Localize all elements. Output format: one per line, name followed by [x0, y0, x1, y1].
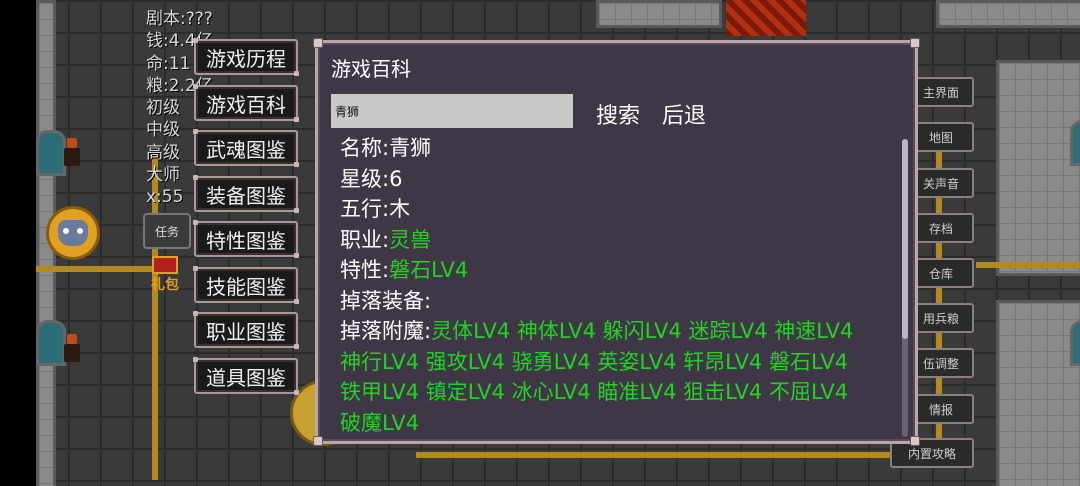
entry-detail: 名称:青狮 星级:6 五行:木 职业:灵兽 特性:磐石LV4 掉落装备: 掉落附… — [340, 133, 874, 438]
door-icon — [1070, 120, 1080, 166]
class-value: 灵兽 — [389, 227, 432, 252]
element-row: 五行:木 — [340, 194, 874, 225]
wall-block — [596, 0, 722, 28]
class-label: 职业: — [340, 227, 390, 252]
element-value: 木 — [389, 197, 411, 221]
back-button[interactable]: 后退 — [662, 98, 706, 130]
task-button[interactable]: 任务 — [143, 213, 191, 249]
drop-equipment-label: 掉落装备: — [340, 288, 432, 313]
gift-label: 礼包 — [151, 277, 179, 293]
trait-label: 特性: — [340, 258, 390, 282]
lava-tile — [726, 0, 806, 36]
name-value: 青狮 — [389, 136, 432, 160]
star-row: 星级:6 — [340, 164, 874, 195]
element-label: 五行: — [340, 197, 390, 221]
menu-game-history[interactable]: 游戏历程 — [193, 38, 299, 76]
search-input[interactable]: 青狮 — [331, 94, 573, 128]
dialog-title: 游戏百科 — [331, 57, 411, 81]
npc-sprite[interactable] — [64, 138, 80, 166]
wall-block — [936, 0, 1080, 28]
door-icon — [36, 130, 66, 176]
frame-rivet — [910, 38, 920, 48]
drop-equipment-row: 掉落装备: — [340, 286, 874, 317]
star-value: 6 — [389, 166, 403, 191]
trait-value: 磐石LV4 — [389, 258, 469, 282]
class-row: 职业:灵兽 — [340, 225, 874, 256]
star-label: 星级: — [340, 166, 390, 191]
encyclopedia-dialog: 游戏百科 青狮 搜索 后退 名称:青狮 星级:6 五行:木 职业:灵兽 特性:磐… — [313, 38, 920, 446]
gold-rail — [976, 262, 1080, 268]
script-stat: 剧本:??? — [146, 9, 213, 29]
wall-block — [996, 60, 1080, 276]
drop-enchant-label: 掉落附魔: — [340, 319, 432, 343]
name-row: 名称:青狮 — [340, 133, 874, 164]
name-label: 名称: — [340, 136, 390, 160]
npc-sprite[interactable] — [64, 334, 80, 362]
menu-skill-catalog[interactable]: 技能图鉴 — [193, 266, 299, 304]
drop-enchant-row: 掉落附魔:灵体LV4 神体LV4 躲闪LV4 迷踪LV4 神速LV4 神行LV4… — [340, 316, 874, 438]
gold-rail — [36, 266, 156, 272]
search-button[interactable]: 搜索 — [596, 98, 640, 130]
door-icon — [36, 320, 66, 366]
frame-rivet — [313, 436, 323, 446]
door-icon — [1070, 320, 1080, 366]
gift-pack-button[interactable]: 礼包 — [146, 256, 184, 293]
detail-scrollbar[interactable] — [902, 139, 908, 437]
cat-face-icon — [58, 220, 88, 246]
menu-game-encyclopedia[interactable]: 游戏百科 — [193, 84, 299, 122]
menu-soul-catalog[interactable]: 武魂图鉴 — [193, 129, 299, 167]
player-avatar[interactable] — [46, 206, 100, 260]
frame-rivet — [313, 38, 323, 48]
menu-trait-catalog[interactable]: 特性图鉴 — [193, 220, 299, 258]
menu-item-catalog[interactable]: 道具图鉴 — [193, 357, 299, 395]
frame-rivet — [910, 436, 920, 446]
menu-equipment-catalog[interactable]: 装备图鉴 — [193, 175, 299, 213]
trait-row: 特性:磐石LV4 — [340, 255, 874, 286]
menu-class-catalog[interactable]: 职业图鉴 — [193, 311, 299, 349]
gift-box-icon — [152, 256, 178, 274]
wall-block — [996, 300, 1080, 486]
gold-rail — [416, 452, 916, 458]
scroll-thumb[interactable] — [902, 139, 908, 339]
